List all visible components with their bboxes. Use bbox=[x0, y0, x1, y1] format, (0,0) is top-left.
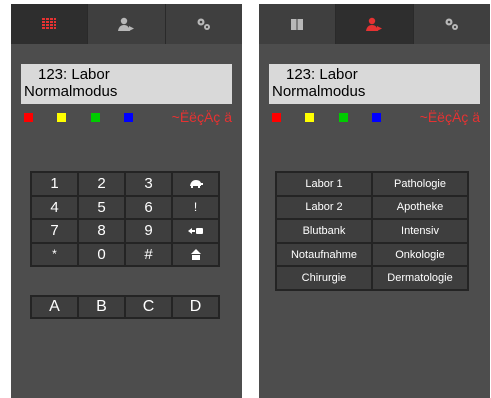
tab-user-transfer[interactable] bbox=[336, 4, 414, 44]
key-6[interactable]: 6 bbox=[125, 195, 172, 219]
tab-settings[interactable] bbox=[413, 4, 490, 44]
dept-button[interactable]: Intensiv bbox=[372, 219, 468, 243]
key-8[interactable]: 8 bbox=[78, 219, 125, 243]
extension-label: 123: Labor bbox=[286, 66, 358, 83]
book-icon bbox=[291, 18, 304, 30]
tab-book[interactable] bbox=[259, 4, 337, 44]
keypad-icon bbox=[42, 18, 57, 29]
tab-bar bbox=[259, 4, 490, 44]
keypad: 1 2 3 4 5 6 ! 7 8 9 * 0 # bbox=[30, 171, 220, 267]
dept-button[interactable]: Notaufnahme bbox=[276, 242, 372, 267]
mode-label: Normalmodus bbox=[24, 83, 118, 100]
key-exclamation[interactable]: ! bbox=[172, 195, 219, 219]
tab-user-transfer[interactable] bbox=[88, 4, 166, 44]
dept-button[interactable]: Onkologie bbox=[372, 242, 468, 267]
key-hash[interactable]: # bbox=[125, 242, 172, 266]
key-1[interactable]: 1 bbox=[31, 172, 78, 196]
status-display: 123: Labor Normalmodus bbox=[21, 64, 232, 104]
user-transfer-icon bbox=[366, 17, 383, 31]
key-3[interactable]: 3 bbox=[125, 172, 172, 196]
green-led bbox=[91, 113, 100, 122]
dept-button[interactable]: Blutbank bbox=[276, 219, 372, 243]
yellow-led bbox=[305, 113, 314, 122]
extension-label: 123: Labor bbox=[38, 66, 110, 83]
key-4[interactable]: 4 bbox=[31, 195, 78, 219]
dept-button[interactable]: Apotheke bbox=[372, 195, 468, 220]
home-icon bbox=[190, 248, 201, 260]
dept-button[interactable]: Chirurgie bbox=[276, 266, 372, 290]
key-9[interactable]: 9 bbox=[125, 219, 172, 243]
dept-button[interactable]: Labor 2 bbox=[276, 195, 372, 220]
blue-led bbox=[372, 113, 381, 122]
dialer-panel: 123: Labor Normalmodus ~ËëçÄç ä 1 2 3 4 … bbox=[11, 4, 242, 398]
function-keys: A B C D bbox=[30, 295, 220, 319]
key-home[interactable] bbox=[172, 242, 219, 266]
dept-button[interactable]: Labor 1 bbox=[276, 172, 372, 196]
yellow-led bbox=[57, 113, 66, 122]
status-text: ~ËëçÄç ä bbox=[171, 109, 232, 125]
green-led bbox=[339, 113, 348, 122]
led-row: ~ËëçÄç ä bbox=[272, 109, 482, 126]
key-2[interactable]: 2 bbox=[78, 172, 125, 196]
tab-keypad[interactable] bbox=[11, 4, 89, 44]
key-c[interactable]: C bbox=[125, 296, 172, 318]
key-d[interactable]: D bbox=[172, 296, 219, 318]
status-text: ~ËëçÄç ä bbox=[419, 109, 480, 125]
tab-settings[interactable] bbox=[165, 4, 242, 44]
gears-icon bbox=[445, 18, 458, 30]
transfer-arrow-icon bbox=[187, 227, 203, 234]
mode-label: Normalmodus bbox=[272, 83, 366, 100]
gears-icon bbox=[197, 18, 210, 30]
red-led bbox=[24, 113, 33, 122]
key-a[interactable]: A bbox=[31, 296, 78, 318]
status-display: 123: Labor Normalmodus bbox=[269, 64, 480, 104]
blue-led bbox=[124, 113, 133, 122]
key-turtle[interactable] bbox=[172, 172, 219, 196]
key-0[interactable]: 0 bbox=[78, 242, 125, 266]
turtle-icon bbox=[189, 180, 203, 189]
key-star[interactable]: * bbox=[31, 242, 78, 266]
red-led bbox=[272, 113, 281, 122]
key-7[interactable]: 7 bbox=[31, 219, 78, 243]
dept-button[interactable]: Dermatologie bbox=[372, 266, 468, 290]
department-panel: 123: Labor Normalmodus ~ËëçÄç ä Labor 1 … bbox=[259, 4, 490, 398]
key-transfer[interactable] bbox=[172, 219, 219, 243]
department-grid: Labor 1 Pathologie Labor 2 Apotheke Blut… bbox=[275, 171, 469, 291]
key-b[interactable]: B bbox=[78, 296, 125, 318]
dept-button[interactable]: Pathologie bbox=[372, 172, 468, 196]
tab-bar bbox=[11, 4, 242, 44]
user-transfer-icon bbox=[118, 17, 135, 31]
led-row: ~ËëçÄç ä bbox=[24, 109, 234, 126]
key-5[interactable]: 5 bbox=[78, 195, 125, 219]
